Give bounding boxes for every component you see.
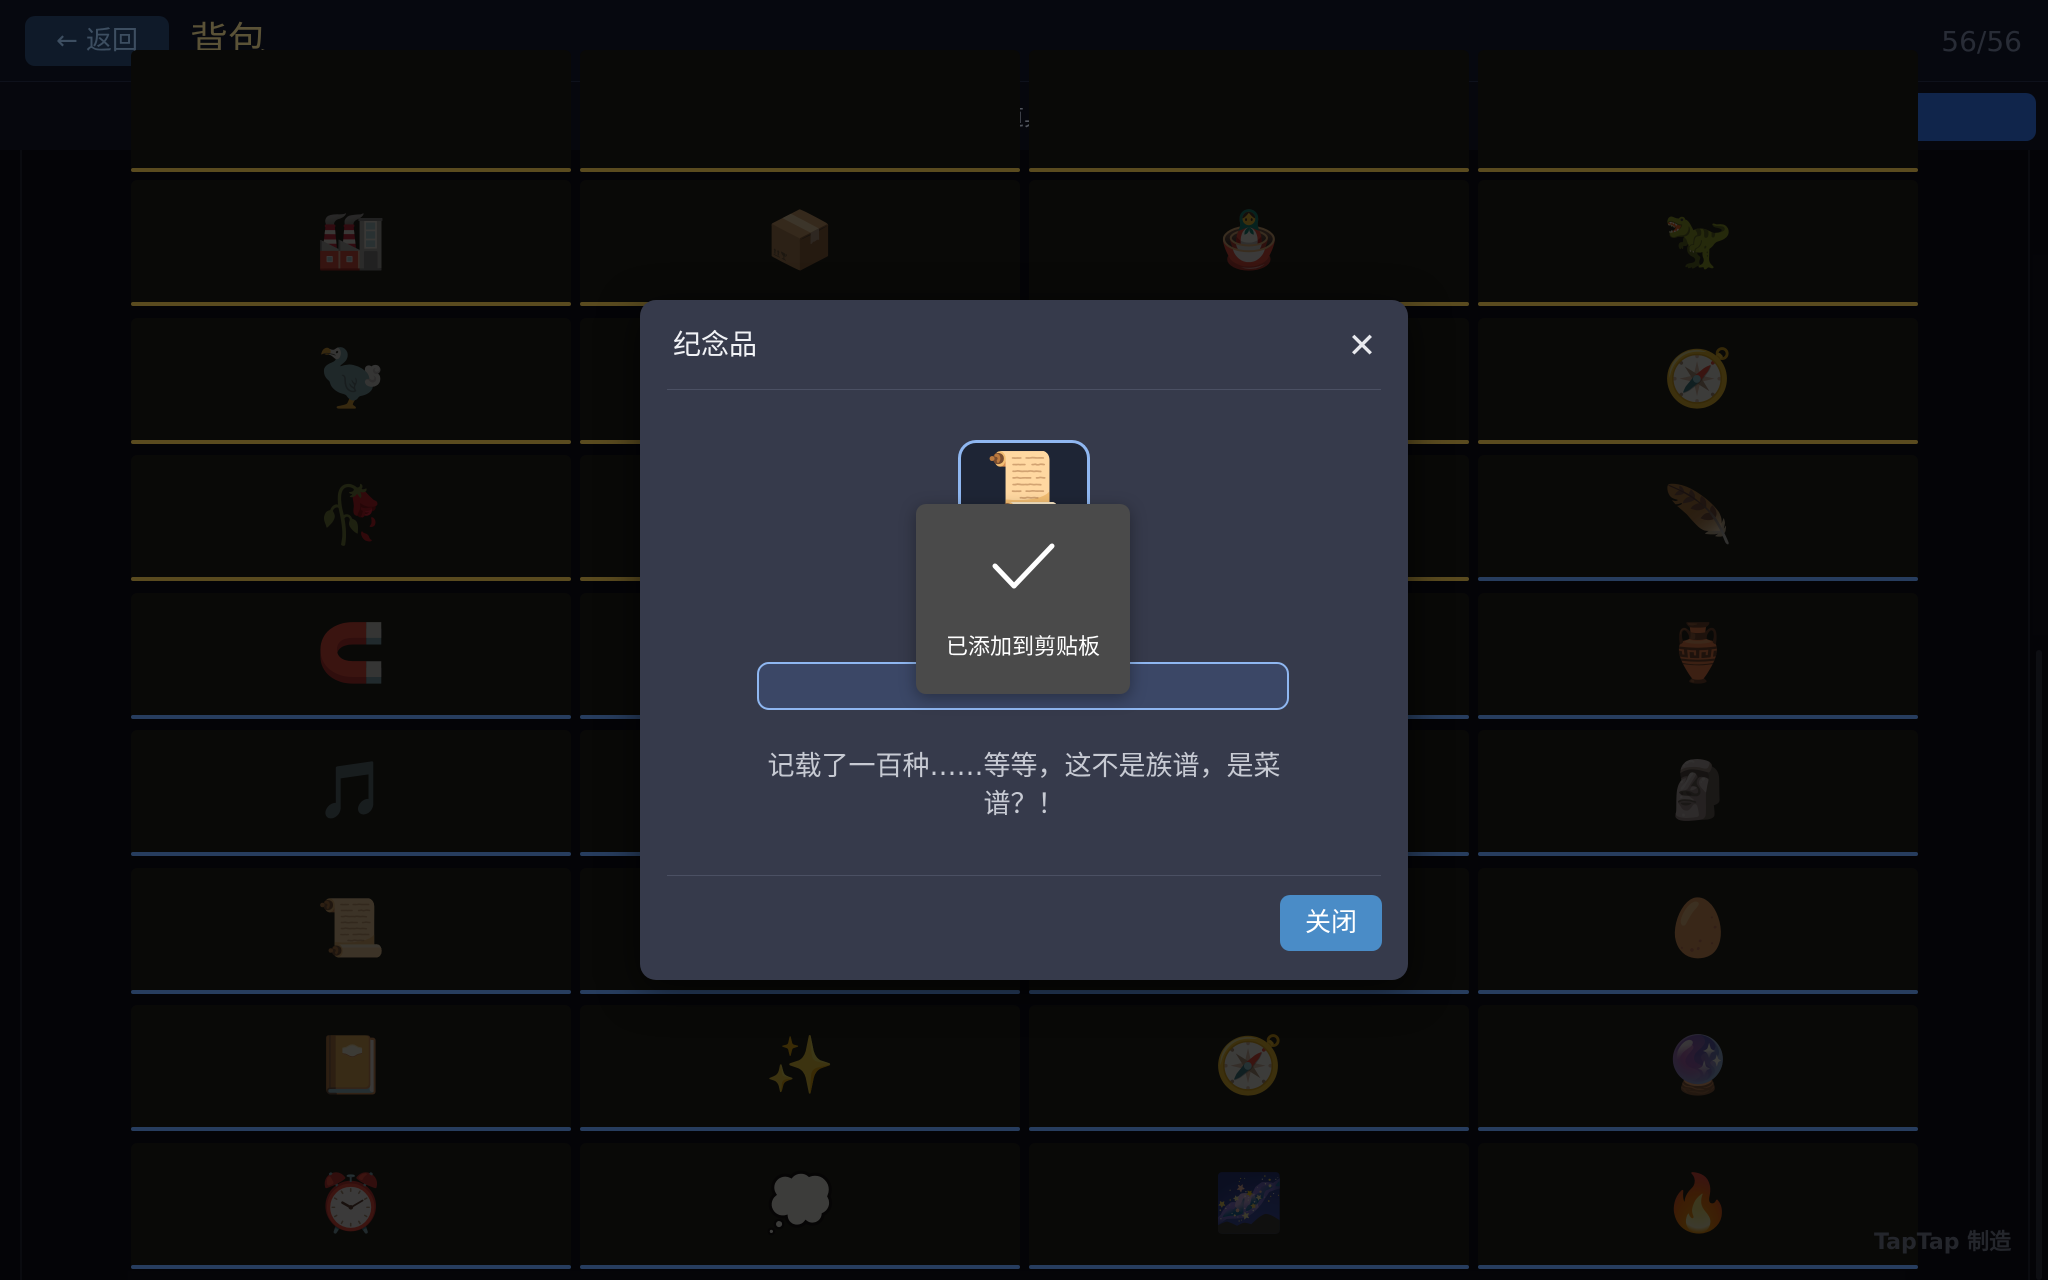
item-description: 记载了一百种……等等，这不是族谱，是菜谱？！ [767,751,1281,820]
close-icon[interactable]: ✕ [1344,328,1380,364]
clipboard-toast: 已添加到剪贴板 [916,504,1130,694]
close-button[interactable]: 关闭 [1280,895,1382,951]
dialog-divider-bottom [667,875,1381,876]
watermark: TapTap 制造 [1874,1230,2012,1255]
dialog-divider-top [667,389,1381,390]
dialog-title: 纪念品 [673,328,758,361]
checkmark-icon [992,543,1055,589]
toast-message: 已添加到剪贴板 [945,635,1100,660]
